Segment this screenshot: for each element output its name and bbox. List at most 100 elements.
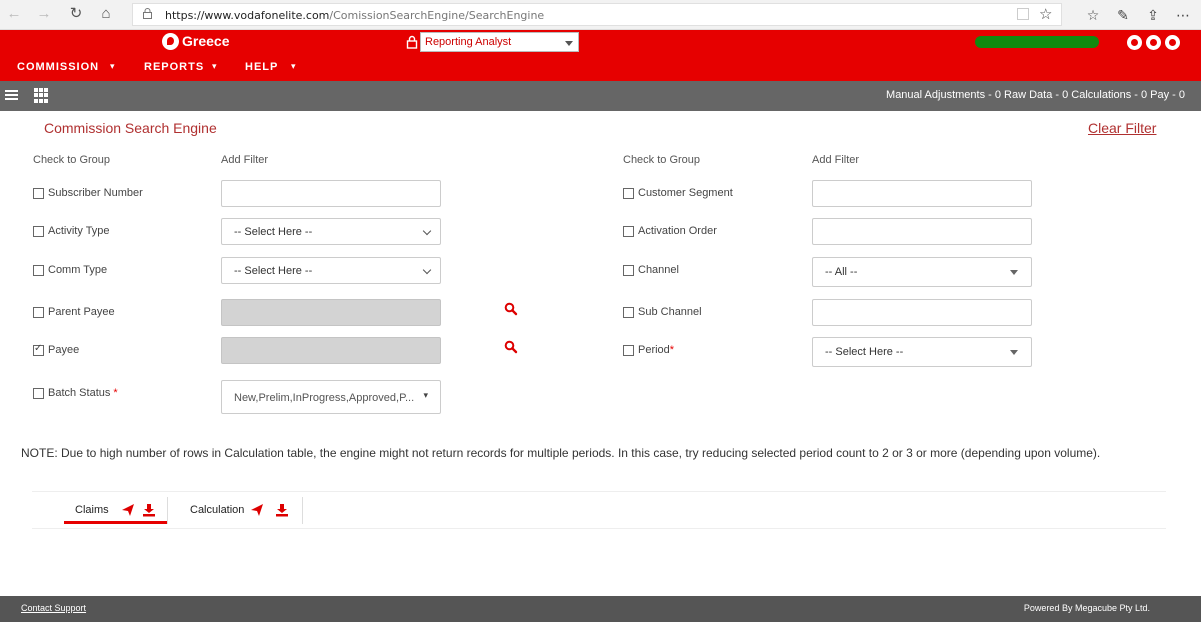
address-bar[interactable]: https://www.vodafonelite.com/ComissionSe… <box>132 3 1062 26</box>
pen-notes-icon[interactable]: ✎ <box>1114 6 1132 24</box>
left-add-filter-header: Add Filter <box>221 154 269 166</box>
select-value: -- Select Here -- <box>234 226 313 238</box>
activity-type-select[interactable]: -- Select Here -- <box>221 218 441 245</box>
required-asterisk: * <box>113 387 118 399</box>
home-icon[interactable]: ⌂ <box>98 6 114 22</box>
group-parent-payee[interactable]: Parent Payee <box>33 306 115 318</box>
checkbox[interactable] <box>623 306 634 318</box>
checkbox-checked[interactable] <box>33 343 44 356</box>
apps-grid-icon[interactable] <box>34 88 49 103</box>
channel-select[interactable]: -- All -- <box>812 257 1032 287</box>
checkbox-label: Parent Payee <box>48 306 115 318</box>
checkbox-label: Subscriber Number <box>48 187 143 199</box>
footer: Contact Support Powered By Megacube Pty … <box>0 596 1201 622</box>
favorites-list-icon[interactable]: ☆ <box>1084 6 1102 24</box>
download-icon[interactable] <box>142 503 156 517</box>
checkbox-label: Batch Status <box>48 387 111 399</box>
menu-reports[interactable]: REPORTS <box>144 61 204 73</box>
powered-by-text: Powered By Megacube Pty Ltd. <box>1023 603 1150 613</box>
subscriber-number-input[interactable] <box>221 180 441 207</box>
payee-search-icon[interactable] <box>504 340 518 354</box>
chevron-down-icon <box>1010 350 1018 355</box>
group-payee[interactable]: Payee <box>33 343 80 356</box>
record-counts-summary: Manual Adjustments - 0 Raw Data - 0 Calc… <box>886 89 1185 101</box>
forward-icon[interactable]: → <box>36 6 52 22</box>
checkbox[interactable] <box>623 264 634 276</box>
vodafone-logo-icon <box>162 33 179 50</box>
activation-order-input[interactable] <box>812 218 1032 245</box>
more-menu-icon[interactable]: ⋯ <box>1174 6 1192 24</box>
chevron-down-icon <box>565 41 573 46</box>
left-check-to-group-header: Check to Group <box>33 154 111 166</box>
browser-toolbar: ← → ↻ ⌂ https://www.vodafonelite.com/Com… <box>0 0 1201 30</box>
role-select[interactable]: Reporting Analyst <box>420 32 579 52</box>
group-activity-type[interactable]: Activity Type <box>33 225 110 237</box>
checkbox-label: Period <box>638 344 670 356</box>
active-tab-indicator <box>64 521 167 524</box>
parent-payee-input <box>221 299 441 326</box>
chevron-down-icon: ▾ <box>212 61 217 71</box>
chevron-down-icon <box>422 226 432 236</box>
checkbox[interactable] <box>33 264 44 276</box>
select-value: New,Prelim,InProgress,Approved,P... <box>234 392 415 404</box>
contact-support-link[interactable]: Contact Support <box>21 603 86 613</box>
required-asterisk: * <box>669 344 675 356</box>
settings-gear-icon[interactable] <box>1127 35 1142 50</box>
share-icon[interactable]: ⇪ <box>1144 6 1162 24</box>
checkbox-label: Payee <box>48 344 80 356</box>
group-batch-status[interactable]: Batch Status * <box>33 387 118 399</box>
reading-view-icon[interactable] <box>1017 8 1029 20</box>
user-profile-icon[interactable] <box>1146 35 1161 50</box>
group-customer-segment[interactable]: Customer Segment <box>623 187 733 199</box>
lock-icon <box>143 8 152 19</box>
power-logout-icon[interactable] <box>1165 35 1180 50</box>
role-select-value: Reporting Analyst <box>425 36 512 48</box>
checkbox-label: Sub Channel <box>638 306 702 318</box>
group-subscriber-number[interactable]: Subscriber Number <box>33 187 143 199</box>
tab-calculation[interactable]: Calculation <box>190 503 289 517</box>
chevron-down-icon <box>422 265 432 275</box>
parent-payee-search-icon[interactable] <box>504 302 518 316</box>
main-menu: COMMISSION ▾ REPORTS ▾ HELP ▾ <box>0 55 1201 81</box>
group-channel[interactable]: Channel <box>623 264 679 276</box>
checkbox[interactable] <box>623 344 634 356</box>
group-comm-type[interactable]: Comm Type <box>33 264 107 276</box>
send-icon[interactable] <box>250 503 264 517</box>
period-select[interactable]: -- Select Here -- <box>812 337 1032 367</box>
select-value: -- All -- <box>825 266 858 278</box>
checkbox[interactable] <box>33 187 44 199</box>
select-value: -- Select Here -- <box>825 346 904 358</box>
customer-segment-input[interactable] <box>812 180 1032 207</box>
checkbox[interactable] <box>623 187 634 199</box>
group-period[interactable]: Period * <box>623 344 674 356</box>
user-lock-icon <box>406 35 418 49</box>
refresh-icon[interactable]: ↻ <box>68 6 84 22</box>
chevron-down-icon <box>1010 270 1018 275</box>
group-activation-order[interactable]: Activation Order <box>623 225 717 237</box>
back-icon[interactable]: ← <box>6 6 22 22</box>
clear-filter-link[interactable]: Clear Filter <box>1088 120 1156 136</box>
checkbox-label: Activity Type <box>48 225 110 237</box>
right-add-filter-header: Add Filter <box>812 154 860 166</box>
menu-help[interactable]: HELP <box>245 61 278 73</box>
tab-separator <box>302 497 303 524</box>
send-icon[interactable] <box>121 503 135 517</box>
hamburger-menu-icon[interactable] <box>5 90 18 101</box>
comm-type-select[interactable]: -- Select Here -- <box>221 257 441 284</box>
batch-status-multiselect[interactable]: New,Prelim,InProgress,Approved,P... ▾ <box>221 380 441 414</box>
checkbox[interactable] <box>623 225 634 237</box>
checkbox[interactable] <box>33 387 44 399</box>
checkbox-label: Channel <box>638 264 679 276</box>
group-sub-channel[interactable]: Sub Channel <box>623 306 702 318</box>
url-path: /ComissionSearchEngine/SearchEngine <box>329 9 545 22</box>
checkbox[interactable] <box>33 225 44 237</box>
sub-channel-input[interactable] <box>812 299 1032 326</box>
favorite-star-icon[interactable]: ☆ <box>1039 5 1052 23</box>
performance-note: NOTE: Due to high number of rows in Calc… <box>21 446 1101 460</box>
tab-claims[interactable]: Claims <box>75 503 156 517</box>
summary-toolbar: Manual Adjustments - 0 Raw Data - 0 Calc… <box>0 81 1201 111</box>
download-icon[interactable] <box>275 503 289 517</box>
chevron-down-icon: ▾ <box>291 61 296 71</box>
checkbox[interactable] <box>33 306 44 318</box>
menu-commission[interactable]: COMMISSION <box>17 61 99 73</box>
